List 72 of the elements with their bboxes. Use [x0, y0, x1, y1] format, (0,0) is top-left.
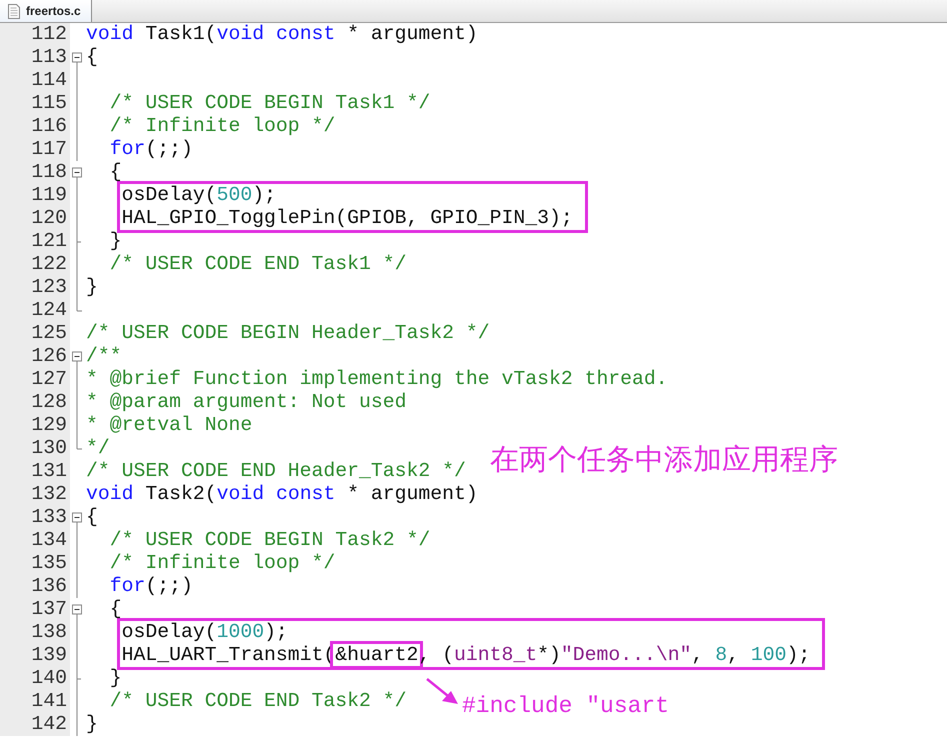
- code-line: }: [108, 667, 122, 690]
- line-number: 136: [30, 575, 68, 598]
- code-token: uint8_t: [454, 644, 538, 666]
- line-number: 140: [30, 667, 68, 690]
- code-line: for(;;): [108, 138, 193, 161]
- line-number: 132: [30, 483, 68, 506]
- arrow-icon: [424, 676, 460, 706]
- code-token: );: [786, 644, 810, 666]
- line-number: 134: [30, 529, 68, 552]
- code-line: /**: [86, 345, 122, 368]
- line-number: 133: [30, 506, 68, 529]
- code-line: * @param argument: Not used: [86, 391, 407, 414]
- line-number: 130: [30, 437, 68, 460]
- code-line: {: [86, 506, 98, 529]
- line-number: 141: [30, 690, 68, 713]
- code-line: /* Infinite loop */: [108, 115, 336, 138]
- line-number: 118: [30, 161, 68, 184]
- code-line: osDelay(500);: [122, 184, 276, 207]
- line-number: 119: [30, 184, 68, 207]
- annotation-text: #include ″usart: [462, 692, 670, 721]
- line-number: 142: [30, 713, 68, 736]
- code-line: HAL_GPIO_TogglePin(GPIOB, GPIO_PIN_3);: [122, 207, 573, 230]
- code-token: ,: [691, 644, 704, 666]
- line-number: 138: [30, 621, 68, 644]
- line-number: 121: [30, 230, 68, 253]
- code-line: for(;;): [108, 575, 193, 598]
- line-number: 128: [30, 391, 68, 414]
- line-number: 115: [30, 92, 68, 115]
- line-number: 112: [30, 23, 68, 46]
- code-line: }: [86, 276, 98, 299]
- line-number: 122: [30, 253, 68, 276]
- line-number: 124: [30, 299, 68, 322]
- code-token: ,: [727, 644, 740, 666]
- line-number: 120: [30, 207, 68, 230]
- code-line: /* USER CODE END Header_Task2 */: [86, 460, 466, 483]
- code-line: void Task1(void const * argument): [86, 23, 478, 46]
- code-line: /* USER CODE BEGIN Task2 */: [108, 529, 430, 552]
- code-line: {: [86, 46, 98, 69]
- line-number: 116: [30, 115, 68, 138]
- code-line: }: [108, 230, 122, 253]
- code-line: /* USER CODE BEGIN Header_Task2 */: [86, 322, 490, 345]
- code-line: void Task2(void const * argument): [86, 483, 478, 506]
- line-number: 139: [30, 644, 68, 667]
- code-line: /* USER CODE END Task2 */: [108, 690, 407, 713]
- code-token: 8: [715, 644, 728, 666]
- document-icon: [8, 4, 20, 18]
- line-number: 125: [30, 322, 68, 345]
- line-number: 123: [30, 276, 68, 299]
- line-number: 131: [30, 460, 68, 483]
- code-line: /* Infinite loop */: [108, 552, 336, 575]
- code-token: "Demo...\n": [560, 644, 692, 666]
- code-token: *): [537, 644, 561, 666]
- line-number: 137: [30, 598, 68, 621]
- code-line: osDelay(1000);: [122, 621, 288, 644]
- code-line: {: [108, 598, 122, 621]
- code-line: * @retval None: [86, 414, 252, 437]
- code-line: * @brief Function implementing the vTask2 thread.: [86, 368, 668, 391]
- line-number: 126: [30, 345, 68, 368]
- code-line: {: [108, 161, 122, 184]
- code-line: /* USER CODE END Task1 */: [108, 253, 407, 276]
- code-line: /* USER CODE BEGIN Task1 */: [108, 92, 430, 115]
- annotation-text: 在两个任务中添加应用程序: [490, 443, 838, 478]
- line-number: 129: [30, 414, 68, 437]
- code-line: */: [86, 437, 110, 460]
- line-number: 127: [30, 368, 68, 391]
- line-number: 113: [30, 46, 68, 69]
- code-line: }: [86, 713, 98, 736]
- file-tab[interactable]: freertos.c: [0, 0, 92, 22]
- code-token: 100: [750, 644, 786, 666]
- line-number: 117: [30, 138, 68, 161]
- line-number: 114: [30, 69, 68, 92]
- line-number: 135: [30, 552, 68, 575]
